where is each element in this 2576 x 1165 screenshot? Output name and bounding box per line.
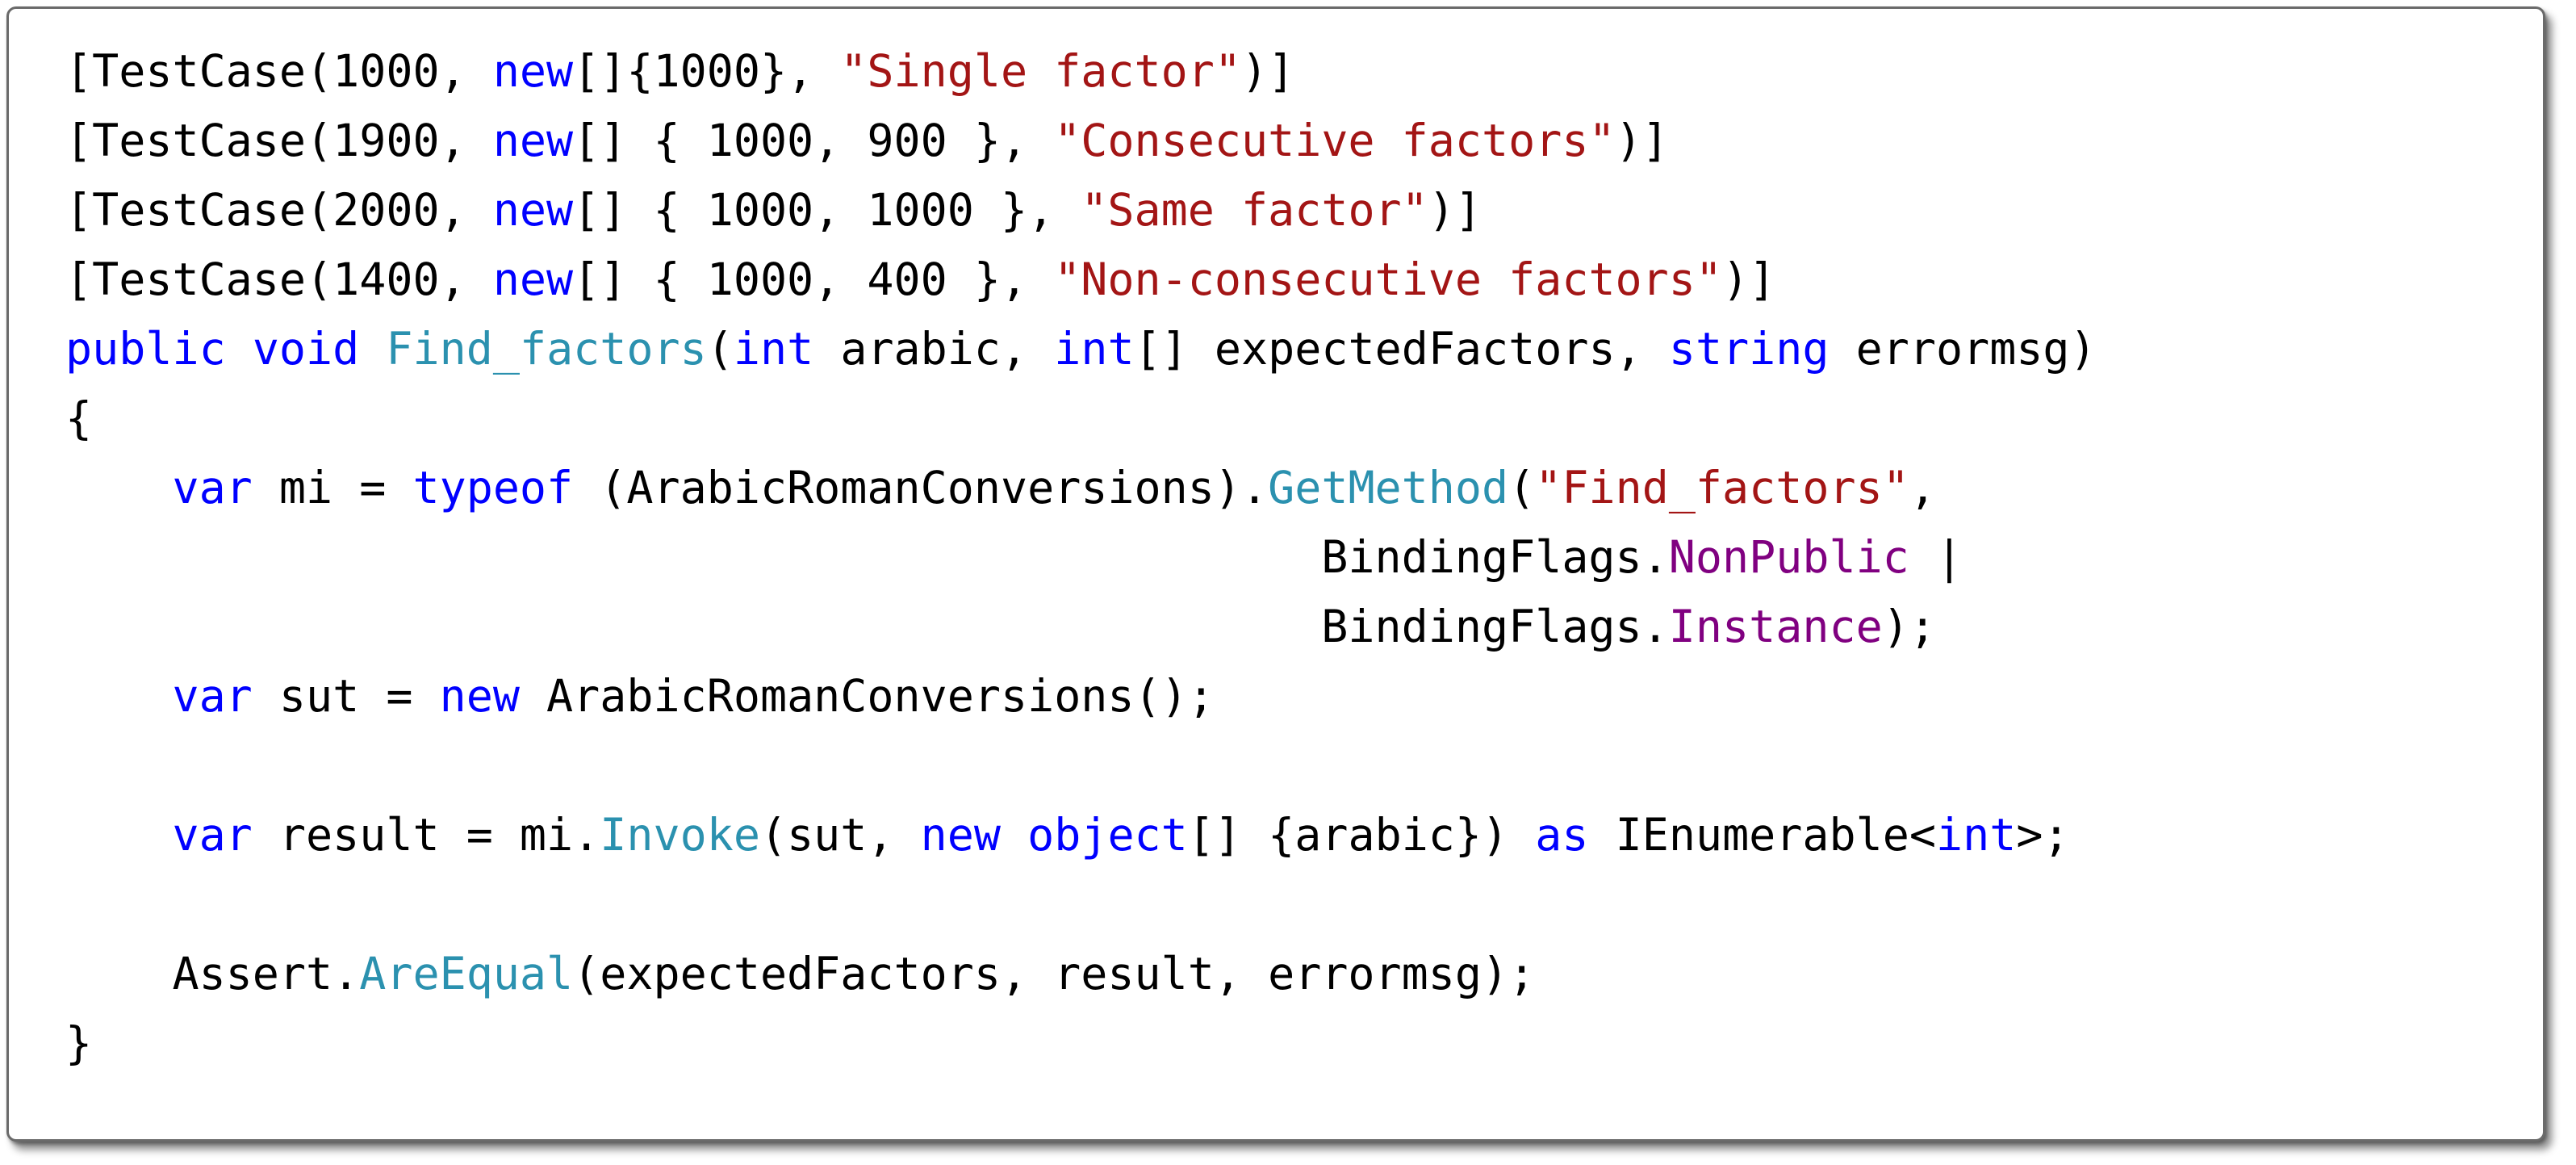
code-token: "Non-consecutive factors" bbox=[1054, 254, 1723, 305]
code-token: [TestCase(1900, bbox=[65, 115, 493, 166]
code-token: new bbox=[492, 254, 574, 305]
code-token: GetMethod bbox=[1268, 462, 1509, 513]
code-token: (sut, bbox=[759, 809, 921, 861]
code-token: ArabicRomanConversions(); bbox=[519, 670, 1215, 722]
code-token: as bbox=[1535, 809, 1589, 861]
code-line: [TestCase(2000, new[] { 1000, 1000 }, "S… bbox=[65, 175, 2097, 245]
code-token: mi = bbox=[252, 462, 413, 513]
code-token: string bbox=[1668, 323, 1830, 375]
code-line: BindingFlags.NonPublic | bbox=[65, 522, 2097, 592]
code-token: "Consecutive factors" bbox=[1054, 115, 1616, 166]
code-token: [] { 1000, 900 }, bbox=[573, 115, 1055, 166]
code-token: new bbox=[492, 45, 574, 97]
code-token: new bbox=[492, 115, 574, 166]
code-token: void bbox=[252, 323, 360, 375]
code-token: int bbox=[733, 323, 814, 375]
code-token: [TestCase(1400, bbox=[65, 254, 493, 305]
code-line: [TestCase(1000, new[]{1000}, "Single fac… bbox=[65, 36, 2097, 106]
code-block: [TestCase(1000, new[]{1000}, "Single fac… bbox=[65, 36, 2097, 1078]
code-token: [] expectedFactors, bbox=[1134, 323, 1669, 375]
code-token: public bbox=[65, 323, 226, 375]
code-token: NonPublic bbox=[1668, 531, 1909, 583]
code-token: arabic, bbox=[813, 323, 1055, 375]
code-token: } bbox=[65, 1017, 93, 1069]
code-token: "Find_factors" bbox=[1535, 462, 1909, 513]
code-token: "Same factor" bbox=[1081, 184, 1428, 236]
code-token: new bbox=[492, 184, 574, 236]
code-token: sut = bbox=[252, 670, 440, 722]
code-token: var bbox=[172, 809, 253, 861]
code-token: result = mi. bbox=[252, 809, 600, 861]
code-token: IEnumerable< bbox=[1588, 809, 1936, 861]
code-line: { bbox=[65, 383, 2097, 453]
code-token: "Single factor" bbox=[840, 45, 1241, 97]
code-line: [TestCase(1400, new[] { 1000, 400 }, "No… bbox=[65, 245, 2097, 314]
code-token: new bbox=[920, 809, 1001, 861]
code-token: Instance bbox=[1668, 601, 1883, 652]
code-token: var bbox=[172, 670, 253, 722]
code-token: AreEqual bbox=[359, 948, 574, 999]
code-token: typeof bbox=[412, 462, 574, 513]
code-token: )] bbox=[1722, 254, 1776, 305]
code-token: [] { 1000, 1000 }, bbox=[573, 184, 1081, 236]
code-line: var mi = typeof (ArabicRomanConversions)… bbox=[65, 453, 2097, 522]
code-token: [] {arabic}) bbox=[1187, 809, 1536, 861]
code-token: new bbox=[439, 670, 520, 722]
code-line: } bbox=[65, 1008, 2097, 1078]
code-token: ( bbox=[1508, 462, 1536, 513]
code-token: )] bbox=[1615, 115, 1669, 166]
code-token: [] { 1000, 400 }, bbox=[573, 254, 1055, 305]
code-token: )] bbox=[1428, 184, 1482, 236]
code-token: [TestCase(2000, bbox=[65, 184, 493, 236]
code-token: BindingFlags. bbox=[65, 601, 1669, 652]
code-token: BindingFlags. bbox=[65, 531, 1669, 583]
code-token: []{1000}, bbox=[573, 45, 841, 97]
code-token: Assert. bbox=[65, 948, 360, 999]
code-line: Assert.AreEqual(expectedFactors, result,… bbox=[65, 939, 2097, 1008]
code-token: ( bbox=[706, 323, 734, 375]
code-token: | bbox=[1909, 531, 1963, 583]
code-editor-panel: [TestCase(1000, new[]{1000}, "Single fac… bbox=[6, 6, 2545, 1142]
code-token: , bbox=[1909, 462, 1936, 513]
code-token: int bbox=[1054, 323, 1135, 375]
code-token: int bbox=[1935, 809, 2017, 861]
code-token: errormsg) bbox=[1829, 323, 2097, 375]
code-token: )] bbox=[1241, 45, 1295, 97]
code-line: var sut = new ArabicRomanConversions(); bbox=[65, 661, 2097, 731]
screenshot-page: [TestCase(1000, new[]{1000}, "Single fac… bbox=[0, 0, 2576, 1165]
code-line: BindingFlags.Instance); bbox=[65, 592, 2097, 661]
code-token: { bbox=[65, 392, 93, 444]
code-token: var bbox=[172, 462, 253, 513]
code-token: (ArabicRomanConversions). bbox=[573, 462, 1269, 513]
code-line: [TestCase(1900, new[] { 1000, 900 }, "Co… bbox=[65, 106, 2097, 175]
code-token: >; bbox=[2016, 809, 2070, 861]
code-token: Find_factors bbox=[386, 323, 707, 375]
code-token: Invoke bbox=[600, 809, 760, 861]
code-token: [TestCase(1000, bbox=[65, 45, 493, 97]
code-line: public void Find_factors(int arabic, int… bbox=[65, 314, 2097, 383]
code-token: ); bbox=[1882, 601, 1936, 652]
code-line: var result = mi.Invoke(sut, new object[]… bbox=[65, 800, 2097, 870]
code-token: object bbox=[1027, 809, 1188, 861]
code-token: (expectedFactors, result, errormsg); bbox=[573, 948, 1536, 999]
